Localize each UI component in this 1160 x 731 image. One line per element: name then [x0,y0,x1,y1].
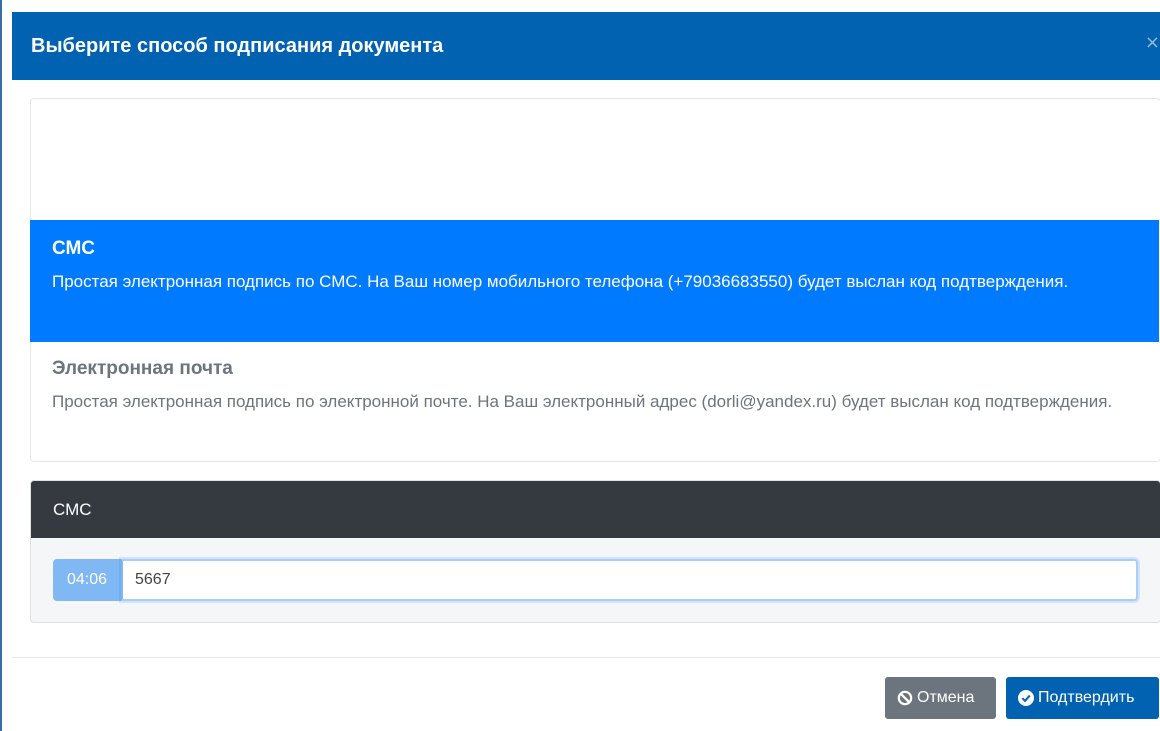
card-header: СМС [31,481,1160,538]
countdown-timer: 04:06 [53,559,121,601]
sms-code-card: СМС 04:06 [30,480,1160,623]
cancel-label: Отмена [917,689,975,706]
method-title: СМС [52,238,96,259]
confirm-label: Подтвердить [1038,689,1135,706]
check-circle-icon [1018,690,1034,706]
signing-method-list: СМС Простая электронная подпись по СМС. … [30,98,1160,462]
sign-method-dialog: Выберите способ подписания документа × С… [0,0,1160,731]
cancel-button[interactable]: Отмена [885,677,996,719]
ban-icon [897,690,913,706]
footer-divider [12,657,1160,658]
code-input-group: 04:06 [53,559,1138,601]
method-title: Электронная почта [52,358,233,379]
dialog-header: Выберите способ подписания документа × [12,12,1160,80]
method-item-sms[interactable]: СМС Простая электронная подпись по СМС. … [30,220,1159,342]
dialog-title: Выберите способ подписания документа [31,34,444,57]
method-item-email[interactable]: Электронная почта Простая электронная по… [30,342,1159,462]
method-description: Простая электронная подпись по СМС. На В… [52,272,1069,291]
sms-code-input[interactable] [121,559,1138,601]
close-icon[interactable]: × [1145,34,1160,52]
confirm-button[interactable]: Подтвердить [1006,677,1159,719]
method-description: Простая электронная подпись по электронн… [52,392,1113,411]
